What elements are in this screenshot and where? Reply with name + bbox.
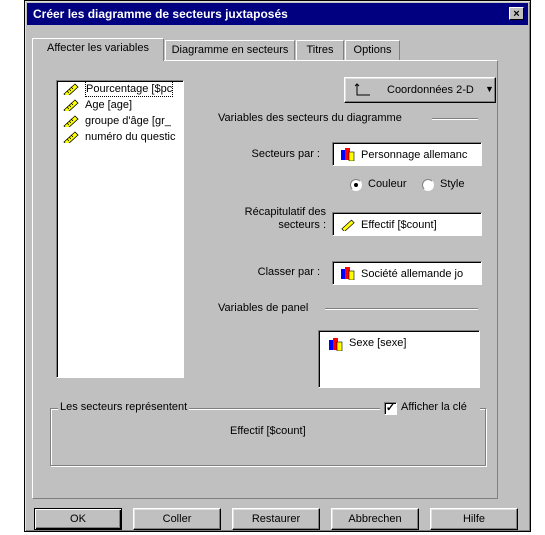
tab-options[interactable]: Options bbox=[345, 40, 400, 60]
help-button[interactable]: Hilfe bbox=[430, 508, 518, 530]
color-radio[interactable] bbox=[350, 179, 362, 191]
sort-by-field[interactable]: Société allemande jo bbox=[332, 261, 482, 285]
paste-button[interactable]: Coller bbox=[133, 508, 221, 530]
represent-groupbox bbox=[50, 408, 486, 466]
nominal-variable-icon bbox=[341, 148, 355, 161]
dropdown-arrow-icon: ▼ bbox=[485, 84, 494, 94]
panel-variable-label: Sexe [sexe] bbox=[349, 337, 407, 349]
scale-ruler-icon bbox=[63, 115, 79, 127]
sort-by-label: Classer par : bbox=[257, 266, 320, 278]
style-label: Style bbox=[440, 178, 465, 190]
show-key-label: Afficher la clé bbox=[401, 401, 467, 413]
variable-label: Pourcentage [$pc bbox=[85, 81, 174, 97]
slices-by-field[interactable]: Personnage allemanc bbox=[332, 142, 482, 166]
scale-ruler-icon bbox=[63, 83, 79, 95]
variable-list[interactable]: Pourcentage [$pc Age [age] groupe d'âge … bbox=[56, 80, 184, 378]
sort-by-value: Société allemande jo bbox=[361, 268, 464, 280]
title-bar: Créer les diagramme de secteurs juxtapos… bbox=[27, 3, 528, 25]
tab-assign-variables[interactable]: Affecter les variables bbox=[32, 38, 164, 61]
coordinates-label: Coordonnées 2-D bbox=[387, 84, 474, 96]
represent-value: Effectif [$count] bbox=[230, 425, 306, 437]
nominal-variable-icon bbox=[329, 338, 343, 351]
show-key-checkbox[interactable]: ✓ bbox=[384, 402, 397, 415]
summary-label-2: secteurs : bbox=[278, 219, 326, 231]
represent-heading: Les secteurs représentent bbox=[58, 401, 190, 413]
scale-ruler-icon bbox=[63, 131, 79, 143]
scale-ruler-icon bbox=[63, 99, 79, 111]
axes-icon bbox=[355, 83, 370, 96]
tab-label: Affecter les variables bbox=[47, 42, 149, 54]
tab-label: Options bbox=[353, 44, 392, 56]
scale-ruler-icon bbox=[341, 219, 355, 231]
variable-label: numéro du questic bbox=[85, 131, 176, 143]
list-item[interactable]: Age [age] bbox=[57, 97, 183, 113]
slices-by-label: Secteurs par : bbox=[251, 148, 320, 160]
list-item[interactable]: numéro du questic bbox=[57, 129, 183, 145]
separator bbox=[432, 118, 478, 120]
tab-titles[interactable]: Titres bbox=[296, 40, 344, 60]
separator bbox=[325, 308, 478, 310]
window-title: Créer les diagramme de secteurs juxtapos… bbox=[33, 7, 288, 21]
tab-label: Diagramme en secteurs bbox=[171, 44, 289, 56]
summary-label-1: Récapitulatif des bbox=[244, 206, 326, 218]
summary-value: Effectif [$count] bbox=[361, 219, 437, 231]
panel-variables-list[interactable]: Sexe [sexe] bbox=[318, 330, 480, 388]
ok-button[interactable]: OK bbox=[34, 508, 122, 530]
cancel-button[interactable]: Abbrechen bbox=[331, 508, 419, 530]
list-item[interactable]: groupe d'âge [gr_ bbox=[57, 113, 183, 129]
tab-pie-chart[interactable]: Diagramme en secteurs bbox=[165, 40, 295, 60]
style-radio[interactable] bbox=[422, 179, 434, 191]
summary-field[interactable]: Effectif [$count] bbox=[332, 212, 482, 236]
panel-heading: Variables de panel bbox=[218, 302, 309, 314]
tab-label: Titres bbox=[306, 44, 334, 56]
list-item[interactable]: Pourcentage [$pc bbox=[57, 81, 183, 97]
reset-button[interactable]: Restaurer bbox=[232, 508, 320, 530]
color-label: Couleur bbox=[368, 178, 407, 190]
close-button[interactable]: × bbox=[509, 7, 524, 20]
variable-label: groupe d'âge [gr_ bbox=[85, 115, 171, 127]
nominal-variable-icon bbox=[341, 267, 355, 280]
slices-by-value: Personnage allemanc bbox=[361, 149, 468, 161]
variable-label: Age [age] bbox=[85, 99, 133, 111]
slice-vars-heading: Variables des secteurs du diagramme bbox=[218, 112, 402, 124]
coordinates-button[interactable]: Coordonnées 2-D ▼ bbox=[344, 77, 496, 103]
